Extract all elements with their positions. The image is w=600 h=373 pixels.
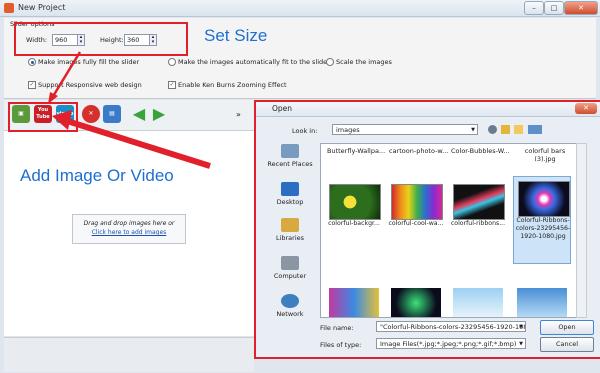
place-computer[interactable]: Computer: [264, 256, 316, 280]
file-name-input[interactable]: "Colorful-Ribbons-colors-23295456-1920-1…: [376, 321, 526, 332]
file-caption: colorful-ribbons...: [450, 220, 506, 227]
file-caption: colorful-cool-wa...: [388, 220, 444, 227]
file-item[interactable]: Butterfly-Wallpa...: [327, 147, 387, 155]
arrow-to-callout: [63, 117, 211, 169]
look-in-select[interactable]: images ▼: [332, 124, 478, 135]
open-dialog: Open ✕ Look in: images ▼ Recent Places De…: [254, 100, 600, 359]
file-type-select[interactable]: Image Files(*.jpg;*.jpeg;*.png;*.gif;*.b…: [376, 338, 526, 349]
file-name-value: "Colorful-Ribbons-colors-23295456-1920-1…: [380, 323, 526, 331]
arrow-head-left: [52, 110, 72, 130]
file-thumbnail[interactable]: [453, 288, 503, 317]
image-preview: [453, 184, 505, 220]
file-list[interactable]: Butterfly-Wallpa... cartoon-photo-w... C…: [320, 143, 578, 318]
open-dialog-title: Open: [272, 104, 293, 113]
arrow-head-up: [48, 92, 58, 104]
chevron-down-icon: ▼: [519, 324, 523, 330]
up-folder-icon[interactable]: [501, 125, 510, 134]
view-menu-icon[interactable]: [528, 125, 542, 134]
file-name-label: File name:: [320, 324, 354, 332]
place-recent[interactable]: Recent Places: [264, 144, 316, 168]
file-thumbnail[interactable]: colorful-backgr...: [325, 180, 383, 244]
file-caption: Colorful-Ribbons-colors-23295456-1920-10…: [515, 217, 571, 240]
cancel-button[interactable]: Cancel: [540, 337, 594, 352]
file-type-label: Files of type:: [320, 341, 362, 349]
open-button[interactable]: Open: [540, 320, 594, 335]
back-icon[interactable]: [488, 125, 497, 134]
network-icon: [281, 294, 299, 308]
file-thumbnail[interactable]: [391, 288, 441, 317]
computer-icon: [281, 256, 299, 270]
file-thumbnail[interactable]: [329, 288, 379, 317]
open-dialog-titlebar: Open ✕: [256, 102, 600, 117]
file-thumbnail[interactable]: colorful-cool-wa...: [387, 180, 445, 244]
chevron-down-icon: ▼: [519, 341, 523, 347]
desktop-icon: [281, 182, 299, 196]
place-network[interactable]: Network: [264, 294, 316, 318]
close-icon[interactable]: ✕: [575, 103, 597, 114]
file-thumbnail[interactable]: colorful-ribbons...: [449, 180, 507, 244]
file-thumbnail[interactable]: [517, 288, 567, 317]
file-item[interactable]: colorful bars (3).jpg: [517, 147, 573, 163]
place-desktop[interactable]: Desktop: [264, 182, 316, 206]
chevron-down-icon: ▼: [471, 127, 475, 133]
places-bar: Recent Places Desktop Libraries Computer…: [264, 144, 316, 319]
file-thumbnail-selected[interactable]: Colorful-Ribbons-colors-23295456-1920-10…: [513, 176, 571, 264]
look-in-value: images: [336, 126, 360, 134]
new-folder-icon[interactable]: [514, 125, 523, 134]
file-caption: colorful-backgr...: [328, 220, 380, 227]
file-item[interactable]: Color-Bubbles-W...: [451, 147, 511, 155]
place-libraries[interactable]: Libraries: [264, 218, 316, 242]
file-type-value: Image Files(*.jpg;*.jpeg;*.png;*.gif;*.b…: [380, 340, 517, 348]
image-preview: [391, 184, 443, 220]
arrow-to-toolbar: [50, 51, 82, 99]
image-preview: [518, 181, 570, 217]
recent-places-icon: [281, 144, 299, 158]
file-item[interactable]: cartoon-photo-w...: [389, 147, 449, 155]
look-in-label: Look in:: [292, 127, 318, 135]
image-preview: [329, 184, 381, 220]
libraries-icon: [281, 218, 299, 232]
file-list-scrollbar[interactable]: [576, 143, 587, 318]
